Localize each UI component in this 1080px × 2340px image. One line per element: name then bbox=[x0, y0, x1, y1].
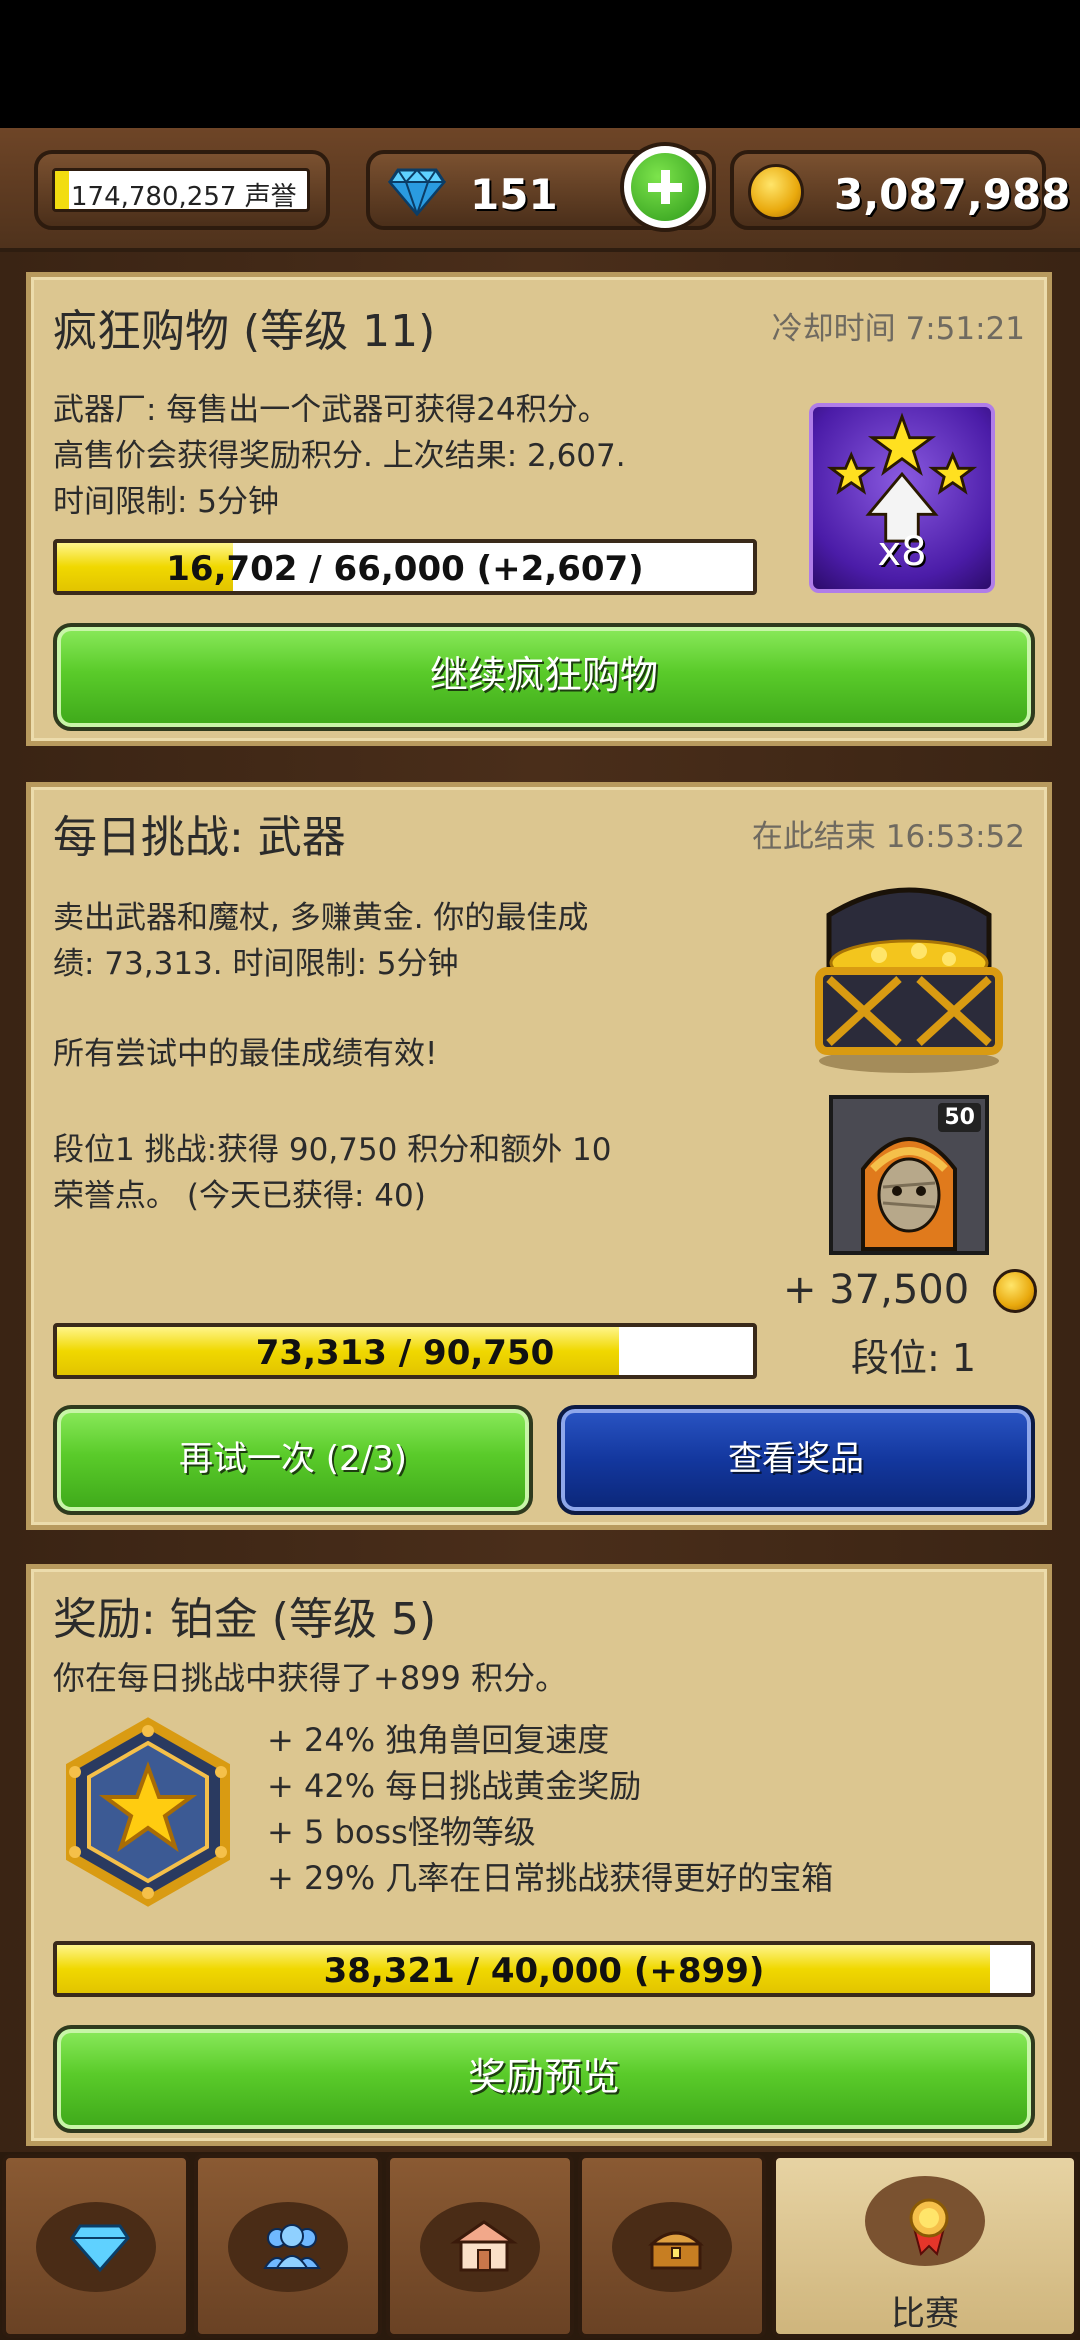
frenzy-desc-line: 武器厂: 每售出一个武器可获得24积分。 bbox=[53, 392, 609, 428]
multiplier-text: x8 bbox=[877, 529, 927, 575]
reward-card: 奖励: 铂金 (等级 5) 你在每日挑战中获得了+899 积分。 + 24% 独… bbox=[26, 1564, 1052, 2146]
boss-portrait[interactable]: 50 bbox=[829, 1095, 989, 1255]
daily-progress-bar: 73,313 / 90,750 bbox=[53, 1323, 757, 1379]
reward-gold-amount: + 37,500 bbox=[783, 1267, 970, 1313]
view-prizes-button[interactable]: 查看奖品 bbox=[557, 1405, 1035, 1515]
frenzy-desc-line: 高售价会获得奖励积分. 上次结果: 2,607. bbox=[53, 438, 626, 474]
star-upgrade-badge: x8 bbox=[809, 403, 995, 593]
nav-tab-tournament[interactable]: 比赛 bbox=[772, 2154, 1078, 2338]
diamond-icon bbox=[70, 2224, 130, 2272]
reputation-bar: 174,780,257 声誉 bbox=[52, 168, 310, 212]
frenzy-card: 疯狂购物 (等级 11) 冷却时间 7:51:21 武器厂: 每售出一个武器可获… bbox=[26, 272, 1052, 746]
frenzy-desc-line: 时间限制: 5分钟 bbox=[53, 484, 280, 520]
frenzy-description: 武器厂: 每售出一个武器可获得24积分。 高售价会获得奖励积分. 上次结果: 2… bbox=[53, 387, 626, 525]
daily-tier-line: 荣誉点。 (今天已获得: 40) bbox=[53, 1178, 426, 1214]
diamond-icon bbox=[388, 168, 446, 216]
reputation-fill bbox=[55, 171, 69, 209]
rank-label: 段位: 1 bbox=[851, 1336, 977, 1380]
nav-tab-guild[interactable] bbox=[194, 2154, 382, 2338]
daily-tier-line: 段位1 挑战:获得 90,750 积分和额外 10 bbox=[53, 1132, 612, 1168]
perk-item: + 5 boss怪物等级 bbox=[267, 1813, 536, 1851]
daily-best-note: 所有尝试中的最佳成绩有效! bbox=[53, 1036, 438, 1072]
reputation-text: 174,780,257 声誉 bbox=[71, 182, 297, 212]
reward-progress-bar: 38,321 / 40,000 (+899) bbox=[53, 1941, 1035, 1997]
frenzy-progress-text: 16,702 / 66,000 (+2,607) bbox=[166, 549, 644, 589]
gold-coin-icon bbox=[748, 164, 804, 220]
reward-preview-button[interactable]: 奖励预览 bbox=[53, 2025, 1035, 2133]
reward-earned-text: 你在每日挑战中获得了+899 积分。 bbox=[53, 1659, 568, 1697]
frenzy-title: 疯狂购物 (等级 11) bbox=[53, 306, 436, 357]
shop-icon bbox=[450, 2220, 518, 2272]
nav-tab-gems[interactable] bbox=[2, 2154, 190, 2338]
retry-button[interactable]: 再试一次 (2/3) bbox=[53, 1405, 533, 1515]
perk-item: + 42% 每日挑战黄金奖励 bbox=[267, 1767, 642, 1805]
perk-item: + 24% 独角兽回复速度 bbox=[267, 1721, 610, 1759]
plus-icon bbox=[631, 153, 699, 221]
daily-challenge-card: 每日挑战: 武器 在此结束 16:53:52 卖出武器和魔杖, 多赚黄金. 你的… bbox=[26, 782, 1052, 1530]
daily-desc-line: 卖出武器和魔杖, 多赚黄金. 你的最佳成 bbox=[53, 900, 589, 936]
perk-item: + 29% 几率在日常挑战获得更好的宝箱 bbox=[267, 1859, 834, 1897]
daily-end-time: 在此结束 16:53:52 bbox=[751, 819, 1025, 855]
boss-level-badge: 50 bbox=[938, 1103, 981, 1132]
gem-count: 151 bbox=[470, 170, 558, 219]
gold-count: 3,087,988 bbox=[834, 170, 1071, 219]
reward-perk-list: + 24% 独角兽回复速度 + 42% 每日挑战黄金奖励 + 5 boss怪物等… bbox=[267, 1717, 833, 1901]
daily-title: 每日挑战: 武器 bbox=[53, 812, 346, 863]
medal-icon bbox=[909, 2198, 949, 2256]
daily-desc-line: 绩: 73,313. 时间限制: 5分钟 bbox=[53, 946, 459, 982]
reward-gold-coin-icon bbox=[993, 1269, 1037, 1313]
platinum-star-medal-icon bbox=[66, 1717, 230, 1907]
daily-progress-text: 73,313 / 90,750 bbox=[255, 1333, 555, 1373]
chest-icon bbox=[648, 2231, 704, 2270]
continue-frenzy-button[interactable]: 继续疯狂购物 bbox=[53, 623, 1035, 731]
add-gems-button[interactable] bbox=[620, 142, 710, 232]
nav-tab-chests[interactable] bbox=[578, 2154, 766, 2338]
frenzy-progress-bar: 16,702 / 66,000 (+2,607) bbox=[53, 539, 757, 595]
frenzy-cooldown: 冷却时间 7:51:21 bbox=[771, 311, 1025, 347]
gold-counter[interactable]: 3,087,988 bbox=[730, 150, 1070, 230]
status-bar bbox=[0, 0, 1080, 128]
nav-tab-label: 比赛 bbox=[891, 2294, 959, 2334]
reward-title: 奖励: 铂金 (等级 5) bbox=[53, 1594, 437, 1645]
nav-tab-shop[interactable] bbox=[386, 2154, 574, 2338]
daily-description: 卖出武器和魔杖, 多赚黄金. 你的最佳成 绩: 73,313. 时间限制: 5分… bbox=[53, 895, 588, 987]
people-icon bbox=[263, 2224, 321, 2269]
reward-progress-text: 38,321 / 40,000 (+899) bbox=[323, 1951, 765, 1991]
treasure-chest-icon bbox=[815, 887, 1003, 1073]
daily-tier-info: 段位1 挑战:获得 90,750 积分和额外 10 荣誉点。 (今天已获得: 4… bbox=[53, 1127, 612, 1219]
reputation-counter[interactable]: 174,780,257 声誉 bbox=[34, 150, 330, 230]
